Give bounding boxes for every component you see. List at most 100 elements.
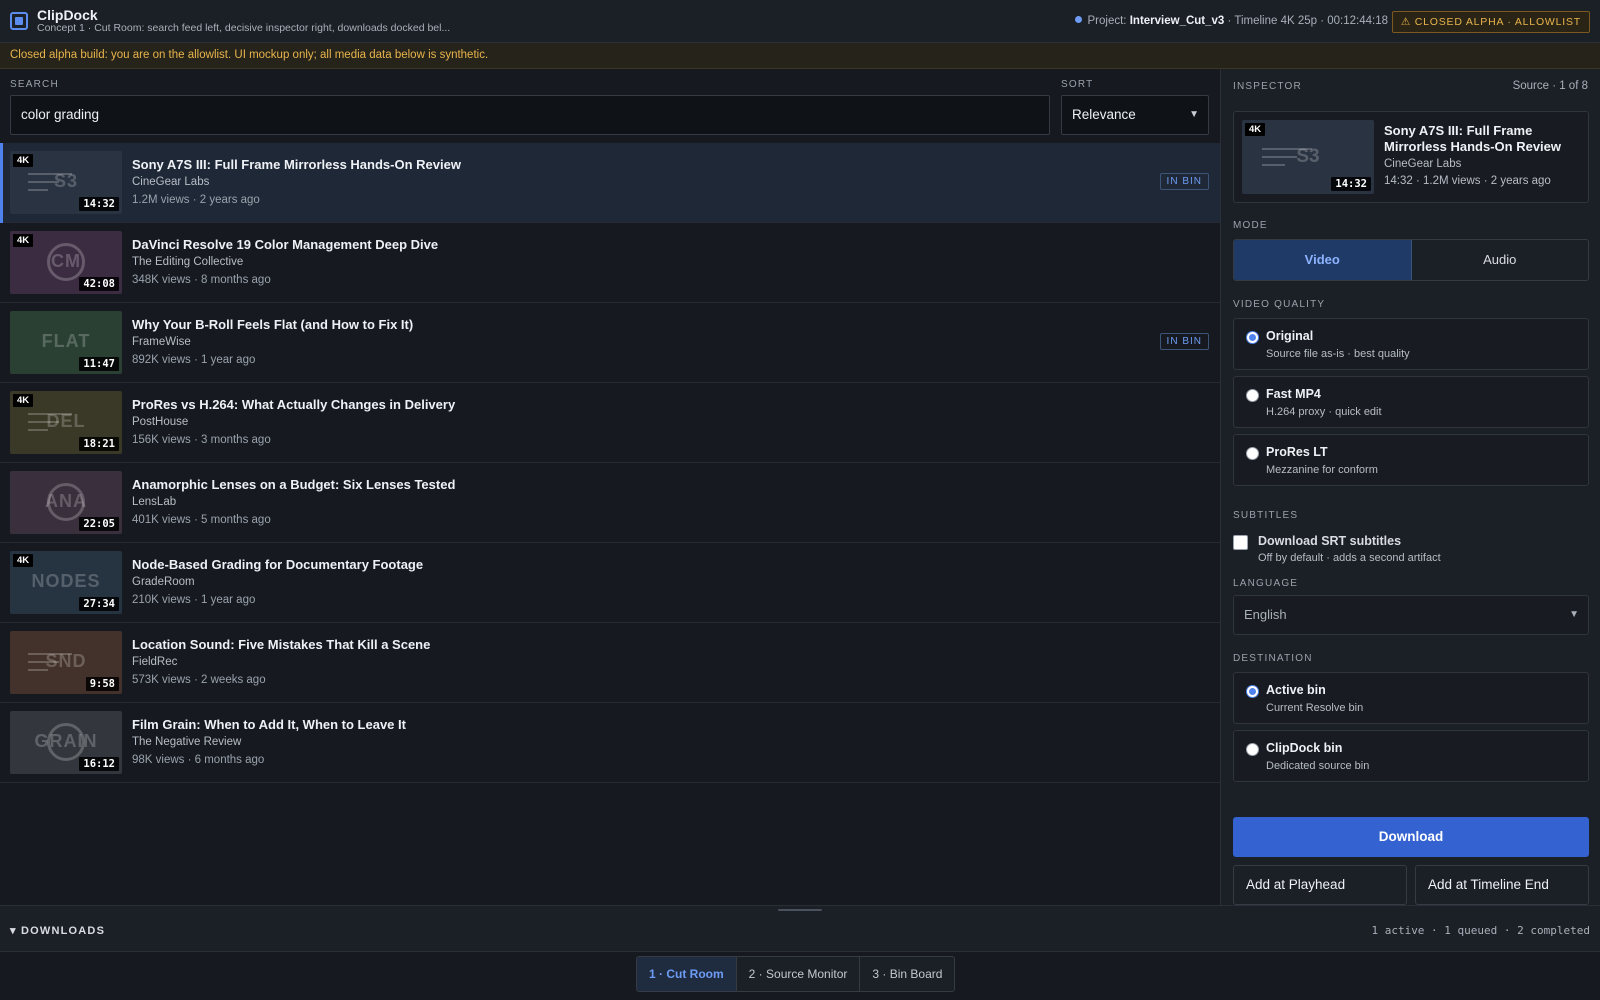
thumbnail-mark: SND: [45, 651, 87, 671]
chevron-down-icon: ▼: [1569, 609, 1579, 620]
subtitles-checkbox-label[interactable]: Download SRT subtitles: [1258, 534, 1401, 548]
radio-button[interactable]: [1246, 447, 1259, 460]
quality-option[interactable]: Fast MP4 H.264 proxy · quick edit: [1233, 376, 1589, 428]
result-title[interactable]: Anamorphic Lenses on a Budget: Six Lense…: [132, 477, 455, 492]
concept-tabs: 1 · Cut Room 2 · Source Monitor 3 · Bin Bo…: [636, 956, 956, 992]
thumbnail-mark: DEL: [46, 411, 86, 431]
result-title[interactable]: Node-Based Grading for Documentary Foota…: [132, 557, 423, 572]
resize-grip-handle[interactable]: [778, 909, 822, 911]
destination-option-subtitle: Current Resolve bin: [1266, 702, 1364, 714]
app-title: ClipDock: [37, 7, 98, 23]
result-thumbnail[interactable]: SND 9:58: [10, 631, 122, 694]
in-bin-badge: IN BIN: [1159, 333, 1209, 350]
subtitles-note: Off by default · adds a second artifact: [1258, 552, 1441, 564]
inspector-meta: 14:32 · 1.2M views · 2 years ago: [1384, 175, 1551, 187]
quality-option-title: Fast MP4: [1266, 387, 1321, 401]
result-title[interactable]: Film Grain: When to Add It, When to Leav…: [132, 717, 406, 732]
destination-option-subtitle: Dedicated source bin: [1266, 760, 1370, 772]
alpha-badge: ⚠ CLOSED ALPHA · ALLOWLIST: [1391, 11, 1590, 33]
thumbnail-mark: S3: [53, 171, 79, 191]
result-channel: The Editing Collective: [132, 256, 244, 268]
language-select[interactable]: English ▼: [1233, 595, 1589, 635]
search-input[interactable]: color grading: [10, 95, 1050, 135]
4k-badge: 4K: [13, 234, 34, 247]
thumbnail-mark: GRAIN: [34, 731, 98, 751]
tab-3[interactable]: 3 · Bin Board: [860, 957, 954, 991]
radio-button[interactable]: [1246, 389, 1259, 402]
thumbnail-mark: NODES: [31, 571, 101, 591]
result-row[interactable]: ANA 22:05 Anamorphic Lenses on a Budget: S…: [0, 463, 1220, 543]
result-title[interactable]: Location Sound: Five Mistakes That Kill …: [132, 637, 430, 652]
app-header: ClipDock Concept 1 · Cut Room: search fe…: [0, 0, 1600, 43]
result-row[interactable]: NODES 4K 27:34 Node-Based Grading for Docum…: [0, 543, 1220, 623]
tab-1[interactable]: 1 · Cut Room: [637, 957, 737, 991]
timeline-info: · Timeline 4K 25p · 00:12:44:18: [1227, 15, 1388, 27]
search-feed: SEARCH SORT color grading Relevance ▼ S3…: [0, 69, 1220, 905]
downloads-dock: ▾ DOWNLOADS 1 active · 1 queued · 2 comp…: [0, 905, 1600, 952]
downloads-toggle[interactable]: ▾ DOWNLOADS: [10, 924, 105, 937]
result-thumbnail[interactable]: CM 4K 42:08: [10, 231, 122, 294]
alpha-banner: Closed alpha build: you are on the allow…: [0, 43, 1600, 69]
result-thumbnail[interactable]: ANA 22:05: [10, 471, 122, 534]
radio-button[interactable]: [1246, 685, 1259, 698]
result-title[interactable]: DaVinci Resolve 19 Color Management Deep…: [132, 237, 438, 252]
result-thumbnail[interactable]: S3 4K 14:32: [10, 151, 122, 214]
result-channel: CineGear Labs: [132, 176, 210, 188]
subtitles-checkbox[interactable]: [1233, 535, 1248, 550]
add-at-playhead-button[interactable]: Add at Playhead: [1233, 865, 1407, 905]
quality-option[interactable]: Original Source file as-is · best quality: [1233, 318, 1589, 370]
app-subtitle: Concept 1 · Cut Room: search feed left, …: [37, 22, 451, 34]
result-row[interactable]: GRAIN 16:12 Film Grain: When to Add It, Wh…: [0, 703, 1220, 783]
radio-button[interactable]: [1246, 331, 1259, 344]
duration-badge: 9:58: [85, 677, 119, 691]
inspector-channel: CineGear Labs: [1384, 158, 1462, 170]
result-channel: The Negative Review: [132, 736, 242, 748]
4k-badge: 4K: [1245, 123, 1266, 136]
result-channel: PostHouse: [132, 416, 189, 428]
duration-badge: 22:05: [79, 517, 119, 531]
sort-value: Relevance: [1072, 107, 1136, 122]
radio-button[interactable]: [1246, 743, 1259, 756]
result-row[interactable]: FLAT 11:47 Why Your B-Roll Feels Flat (and…: [0, 303, 1220, 383]
destination-option[interactable]: ClipDock bin Dedicated source bin: [1233, 730, 1589, 782]
result-row[interactable]: CM 4K 42:08 DaVinci Resolve 19 Color Manage…: [0, 223, 1220, 303]
destination-option[interactable]: Active bin Current Resolve bin: [1233, 672, 1589, 724]
result-row[interactable]: DEL 4K 18:21 ProRes vs H.264: What Actually…: [0, 383, 1220, 463]
thumbnail-mark: ANA: [45, 491, 87, 511]
result-thumbnail[interactable]: NODES 4K 27:34: [10, 551, 122, 614]
result-title[interactable]: ProRes vs H.264: What Actually Changes i…: [132, 397, 455, 412]
result-meta: 210K views · 1 year ago: [132, 594, 256, 606]
result-row[interactable]: S3 4K 14:32 Sony A7S III: Full Frame Mirror…: [0, 143, 1220, 223]
result-title[interactable]: Sony A7S III: Full Frame Mirrorless Hand…: [132, 157, 461, 172]
mode-video-button[interactable]: Video: [1234, 240, 1412, 280]
project-name[interactable]: Interview_Cut_v3: [1130, 15, 1225, 27]
result-thumbnail[interactable]: DEL 4K 18:21: [10, 391, 122, 454]
result-meta: 98K views · 6 months ago: [132, 754, 265, 766]
result-thumbnail[interactable]: FLAT 11:47: [10, 311, 122, 374]
result-row[interactable]: SND 9:58 Location Sound: Five Mistakes Tha…: [0, 623, 1220, 703]
result-meta: 892K views · 1 year ago: [132, 354, 256, 366]
inspector-thumbnail: S3 4K 14:32: [1242, 120, 1374, 194]
result-meta: 156K views · 3 months ago: [132, 434, 271, 446]
tab-2[interactable]: 2 · Source Monitor: [737, 957, 861, 991]
duration-badge: 16:12: [79, 757, 119, 771]
search-label: SEARCH: [10, 79, 59, 90]
inspector-label: INSPECTOR: [1233, 81, 1302, 92]
project-label: Project:: [1087, 15, 1127, 27]
4k-badge: 4K: [13, 154, 34, 167]
mode-audio-button[interactable]: Audio: [1412, 240, 1589, 280]
sort-select[interactable]: Relevance ▼: [1061, 95, 1209, 135]
inspector-source-count: Source · 1 of 8: [1512, 80, 1588, 92]
quality-option[interactable]: ProRes LT Mezzanine for conform: [1233, 434, 1589, 486]
quality-option-title: ProRes LT: [1266, 445, 1328, 459]
thumbnail-mark: FLAT: [41, 331, 91, 351]
quality-option-subtitle: H.264 proxy · quick edit: [1266, 406, 1382, 418]
chevron-down-icon: ▼: [1189, 109, 1199, 120]
result-meta: 348K views · 8 months ago: [132, 274, 271, 286]
download-button[interactable]: Download: [1233, 817, 1589, 857]
result-thumbnail[interactable]: GRAIN 16:12: [10, 711, 122, 774]
mode-label: MODE: [1233, 220, 1268, 231]
result-title[interactable]: Why Your B-Roll Feels Flat (and How to F…: [132, 317, 413, 332]
app-logo-icon: [10, 12, 28, 30]
add-at-timeline-end-button[interactable]: Add at Timeline End: [1415, 865, 1589, 905]
